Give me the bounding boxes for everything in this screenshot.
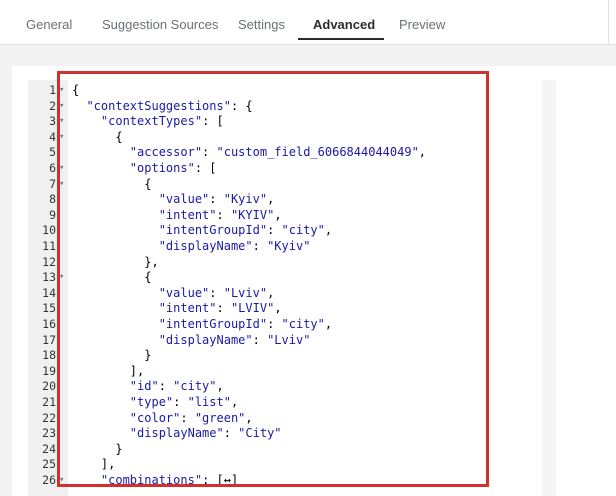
- json-code-editor[interactable]: 1 ▾{2 ▾ "contextSuggestions": {3 ▾ "context…: [28, 80, 556, 496]
- code-line[interactable]: 6 ▾ "options": [: [28, 161, 556, 177]
- line-number: 2: [49, 98, 56, 113]
- line-number: 10: [42, 223, 56, 238]
- code-line[interactable]: 9 "intent": "KYIV",: [28, 208, 556, 224]
- line-number: 17: [42, 332, 56, 347]
- fold-toggle-icon[interactable]: ▾: [59, 161, 64, 177]
- fold-toggle-icon[interactable]: ▾: [59, 177, 64, 193]
- code-text: {: [72, 129, 123, 144]
- line-number: 5: [49, 145, 56, 160]
- code-text: "displayName": "Kyiv": [158, 239, 311, 253]
- line-number: 3: [49, 114, 56, 129]
- tab-bar: General Suggestion Sources Settings Adva…: [0, 0, 616, 45]
- code-line[interactable]: 1 ▾ {: [28, 83, 556, 99]
- code-line[interactable]: 7 ▾ {: [28, 177, 556, 193]
- line-number: 11: [42, 239, 56, 253]
- line-number: 6: [49, 161, 56, 175]
- line-number: 25: [42, 457, 56, 472]
- line-number: 20: [42, 379, 56, 394]
- code-text: }: [72, 441, 123, 456]
- fold-toggle-icon[interactable]: ▾: [59, 270, 64, 286]
- code-text: "type": "list",: [129, 395, 239, 409]
- code-line[interactable]: 22 "color": "green",: [28, 411, 556, 427]
- line-number: 8: [49, 192, 56, 207]
- code-line[interactable]: 20 "id": "city",: [28, 379, 556, 395]
- code-line[interactable]: 11 "displayName": "Kyiv": [28, 239, 556, 255]
- line-number: 26: [42, 473, 56, 487]
- code-line[interactable]: 23 "displayName": "City": [28, 426, 556, 442]
- code-text: }: [72, 348, 152, 363]
- code-line[interactable]: 18 }: [28, 348, 556, 364]
- code-text: "color": "green",: [129, 410, 253, 425]
- code-line[interactable]: 26 ▾ "combinations": [↔]: [28, 473, 556, 489]
- fold-toggle-icon[interactable]: ▾: [59, 83, 64, 99]
- fold-toggle-icon[interactable]: ▾: [59, 114, 64, 130]
- code-text: },: [72, 254, 159, 269]
- code-line[interactable]: 21 "type": "list",: [28, 395, 556, 411]
- editor-scrollbar[interactable]: [542, 80, 556, 496]
- line-number: 16: [42, 317, 56, 331]
- line-number: 21: [42, 395, 56, 409]
- code-line[interactable]: 19 ],: [28, 364, 556, 380]
- code-text: "displayName": "City": [129, 426, 282, 441]
- line-number: 12: [42, 254, 56, 269]
- line-number: 14: [42, 285, 56, 300]
- code-text: {: [72, 83, 80, 97]
- line-number: 23: [42, 426, 56, 441]
- code-text: "value": "Kyiv",: [158, 192, 275, 207]
- fold-toggle-icon[interactable]: ▾: [59, 99, 64, 115]
- code-line[interactable]: 12 },: [28, 255, 556, 271]
- code-text: "displayName": "Lviv": [158, 332, 311, 347]
- tab-general[interactable]: General: [26, 17, 72, 32]
- line-number: 1: [49, 83, 56, 97]
- code-line[interactable]: 3 ▾ "contextTypes": [: [28, 114, 556, 130]
- code-line[interactable]: 10 "intentGroupId": "city",: [28, 223, 556, 239]
- code-line[interactable]: 16 "intentGroupId": "city",: [28, 317, 556, 333]
- code-line[interactable]: 24 }: [28, 442, 556, 458]
- code-text: "intent": "LVIV",: [158, 301, 282, 316]
- tab-suggestion-sources[interactable]: Suggestion Sources: [102, 17, 218, 32]
- code-line[interactable]: 25 ],: [28, 457, 556, 473]
- code-line[interactable]: 13 ▾ {: [28, 270, 556, 286]
- code-text: "intent": "KYIV",: [158, 207, 282, 222]
- code-text: "combinations": [↔]: [100, 473, 239, 487]
- fold-toggle-icon[interactable]: ▾: [59, 473, 64, 489]
- line-number: 13: [42, 270, 56, 285]
- code-text: "options": [: [129, 161, 217, 175]
- code-line[interactable]: 15 "intent": "LVIV",: [28, 301, 556, 317]
- code-text: {: [72, 270, 152, 285]
- active-tab-indicator: [298, 38, 384, 40]
- line-number: 19: [42, 363, 56, 378]
- code-line[interactable]: 17 "displayName": "Lviv": [28, 333, 556, 349]
- code-text: "intentGroupId": "city",: [158, 223, 333, 238]
- line-number: 18: [42, 348, 56, 363]
- line-number: 7: [49, 176, 56, 191]
- code-text: "id": "city",: [129, 379, 224, 394]
- line-number: 15: [42, 301, 56, 316]
- tab-preview[interactable]: Preview: [399, 17, 445, 32]
- code-text: "intentGroupId": "city",: [158, 317, 333, 331]
- code-text: {: [72, 176, 152, 191]
- line-number: 9: [49, 207, 56, 222]
- code-line[interactable]: 14 "value": "Lviv",: [28, 286, 556, 302]
- code-line[interactable]: 5 "accessor": "custom_field_606684404404…: [28, 145, 556, 161]
- code-text: ],: [72, 457, 116, 472]
- code-text: "value": "Lviv",: [158, 285, 275, 300]
- code-text: "accessor": "custom_field_6066844044049"…: [129, 145, 427, 160]
- code-text: "contextTypes": [: [100, 114, 224, 129]
- tab-advanced[interactable]: Advanced: [313, 17, 375, 32]
- line-number: 24: [42, 441, 56, 456]
- code-text: "contextSuggestions": {: [86, 98, 253, 113]
- code-line[interactable]: 4 ▾ {: [28, 130, 556, 146]
- line-number: 4: [49, 129, 56, 144]
- line-number: 22: [42, 410, 56, 425]
- fold-toggle-icon[interactable]: ▾: [59, 130, 64, 146]
- tab-bar-divider: [608, 0, 609, 44]
- code-line[interactable]: 2 ▾ "contextSuggestions": {: [28, 99, 556, 115]
- tab-settings[interactable]: Settings: [238, 17, 285, 32]
- code-line[interactable]: 8 "value": "Kyiv",: [28, 192, 556, 208]
- code-text: ],: [72, 363, 145, 378]
